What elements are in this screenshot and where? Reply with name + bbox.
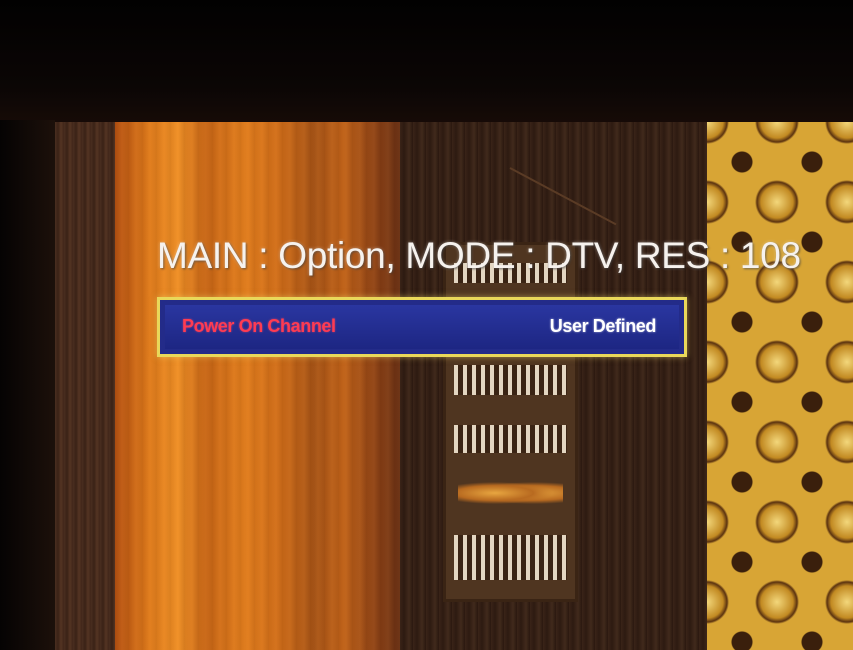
background-video-frame: [55, 122, 853, 650]
orange-curtain: [115, 122, 400, 650]
osd-menu-item-label: Power On Channel: [182, 316, 336, 336]
tapestry-ornament: [458, 480, 563, 506]
tapestry-band: [454, 535, 567, 580]
osd-menu-item-power-on-channel[interactable]: Power On Channel User Defined: [157, 297, 687, 357]
wall-tapestry: [443, 242, 578, 602]
gold-patterned-wallpaper: [707, 122, 853, 650]
tv-bezel-left: [0, 120, 55, 650]
tapestry-band: [454, 365, 567, 395]
wood-panel: [55, 122, 120, 650]
osd-menu-item-value: User Defined: [549, 316, 657, 336]
tv-bezel-top: [0, 0, 853, 125]
tapestry-band: [454, 425, 567, 453]
tv-screen: MAIN : Option, MODE : DTV, RES : 108 Pow…: [0, 0, 853, 650]
osd-status-line: MAIN : Option, MODE : DTV, RES : 108: [157, 235, 801, 276]
